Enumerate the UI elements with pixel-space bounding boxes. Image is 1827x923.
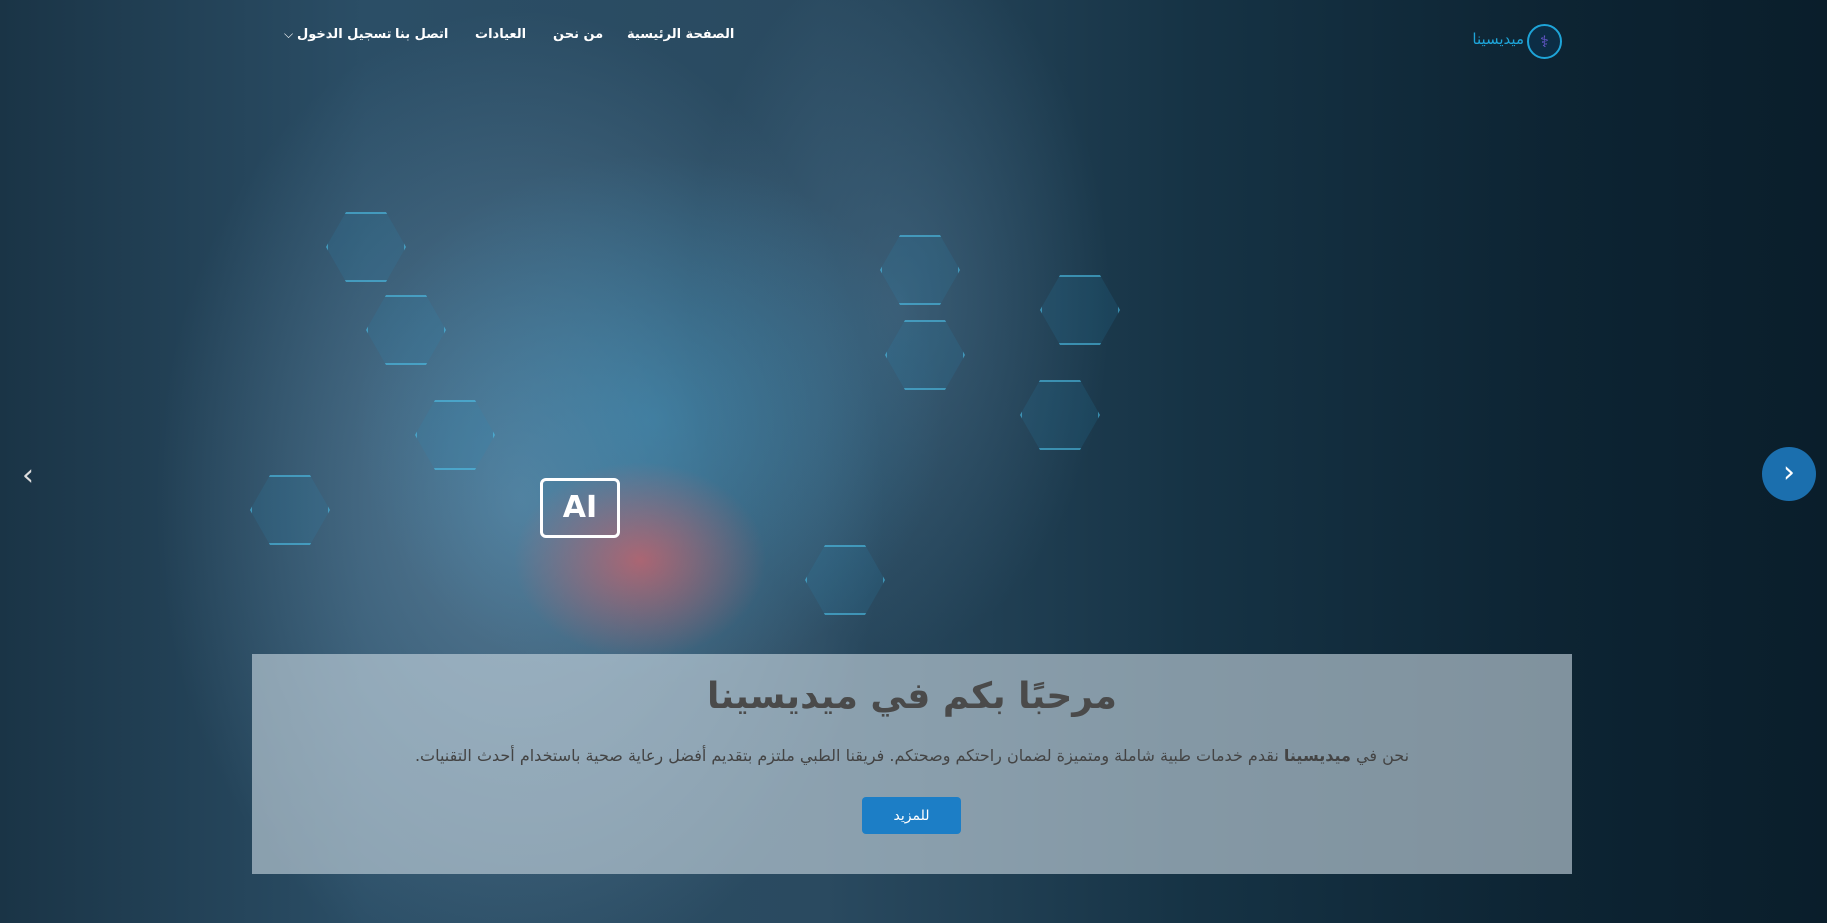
carousel-prev-button[interactable]: ‹	[22, 458, 34, 493]
learn-more-button[interactable]: للمزيد	[862, 797, 961, 834]
carousel-next-button[interactable]: ›	[1762, 447, 1816, 501]
hero-text-brand: ميديسينا	[1283, 746, 1351, 765]
ai-chip-icon: AI	[540, 478, 620, 538]
hero-text-suffix: نقدم خدمات طبية شاملة ومتميزة لضمان راحت…	[414, 746, 1284, 765]
nav-clinics[interactable]: العيادات	[475, 27, 526, 42]
brand-name: ميديسينا	[1472, 30, 1524, 48]
hexagon-icon	[880, 235, 960, 305]
hexagon-icon	[1040, 275, 1120, 345]
brand-logo[interactable]: ⚕ ميديسينا	[1460, 24, 1562, 60]
nav-login-dropdown[interactable]: تسجيل الدخول	[297, 27, 392, 42]
hexagon-icon	[1020, 380, 1100, 450]
hexagon-icon	[415, 400, 495, 470]
hero-caption: مرحبًا بكم في ميديسينا نحن في ميديسينا ن…	[252, 654, 1572, 874]
hero-text-prefix: نحن في	[1350, 746, 1410, 765]
nav-about[interactable]: من نحن	[553, 27, 603, 42]
hexagon-icon	[326, 212, 406, 282]
hexagon-icon	[366, 295, 446, 365]
caduceus-icon: ⚕	[1527, 24, 1562, 59]
hexagon-icon	[805, 545, 885, 615]
hexagon-icon	[250, 475, 330, 545]
nav-contact[interactable]: اتصل بنا	[395, 27, 448, 42]
hero-description: نحن في ميديسينا نقدم خدمات طبية شاملة وم…	[252, 746, 1572, 765]
nav-home[interactable]: الصفحة الرئيسية	[627, 27, 734, 42]
hero-title: مرحبًا بكم في ميديسينا	[707, 676, 1117, 717]
hexagon-icon	[885, 320, 965, 390]
chevron-down-icon: ⌵	[284, 27, 294, 41]
